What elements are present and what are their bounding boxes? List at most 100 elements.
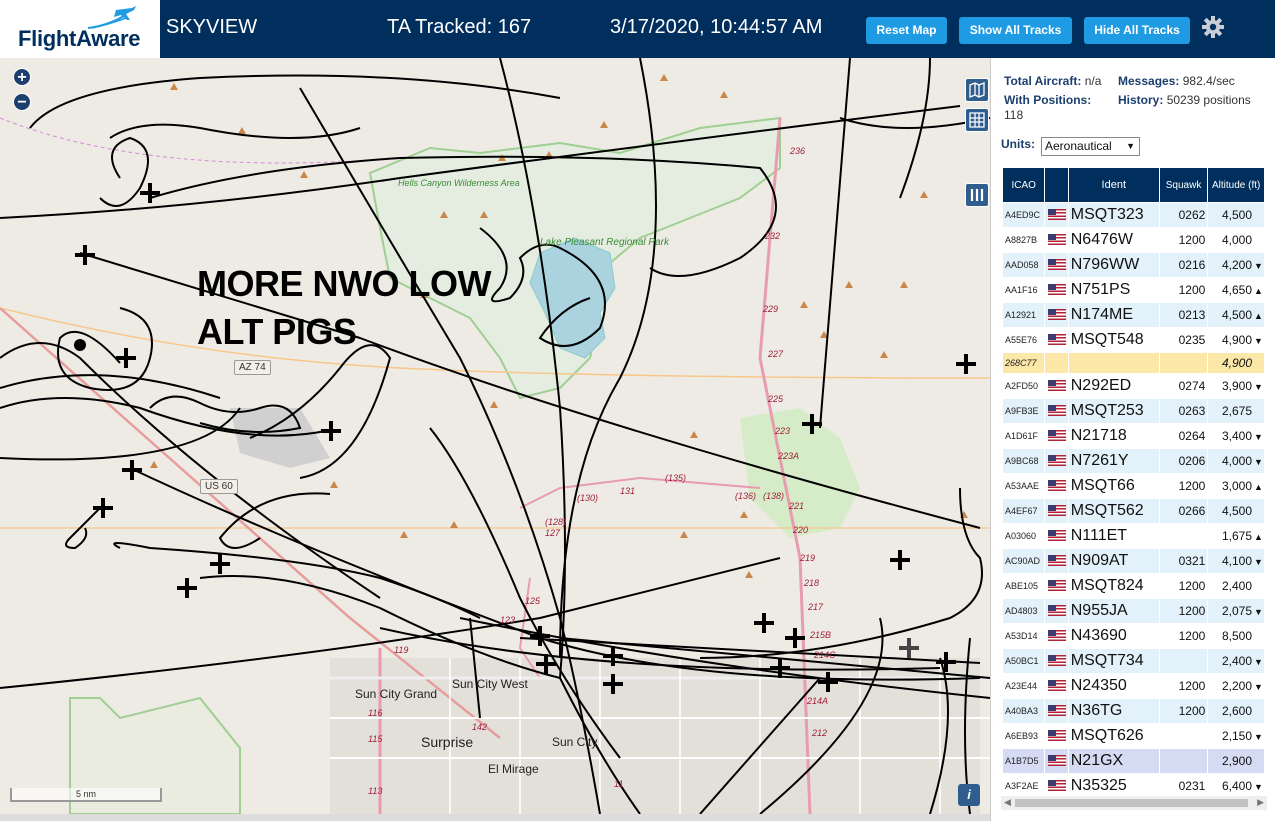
column-toggle-button[interactable] bbox=[965, 183, 989, 207]
altitude-cell: 3,400 ▼ bbox=[1207, 423, 1265, 449]
trend-arrow-icon: ▼ bbox=[1254, 557, 1263, 567]
table-row[interactable]: A50BC1 MSQT734 2,400 ▼ bbox=[1001, 648, 1265, 674]
show-all-tracks-button[interactable]: Show All Tracks bbox=[959, 17, 1072, 44]
reset-map-button[interactable]: Reset Map bbox=[866, 17, 947, 44]
table-row[interactable]: A55E76 MSQT548 0235 4,900 ▼ bbox=[1001, 327, 1265, 353]
aircraft-table: ICAO Ident Squawk Altitude (ft) A4ED9C MS… bbox=[1001, 167, 1265, 799]
squawk-cell: 1200 bbox=[1158, 473, 1209, 499]
ident-cell: MSQT626 bbox=[1067, 723, 1160, 749]
scroll-right-icon[interactable]: ▶ bbox=[1257, 797, 1264, 808]
table-row[interactable]: A9FB3E MSQT253 0263 2,675 bbox=[1001, 398, 1265, 424]
table-row[interactable]: AD4803 N955JA 1200 2,075 ▼ bbox=[1001, 598, 1265, 624]
table-row[interactable]: 268C77 4,900 bbox=[1001, 352, 1265, 374]
ident-cell: N36TG bbox=[1067, 698, 1160, 724]
altitude-cell: 2,900 bbox=[1207, 748, 1265, 774]
table-row[interactable]: A8827B N6476W 1200 4,000 bbox=[1001, 227, 1265, 253]
side-panel: Total Aircraft: n/a Messages: 982.4/sec … bbox=[990, 58, 1275, 821]
trend-arrow-icon: ▼ bbox=[1254, 382, 1263, 392]
col-ident[interactable]: Ident bbox=[1067, 167, 1160, 203]
hwy-num: 232 bbox=[765, 231, 781, 241]
table-row[interactable]: A4ED9C MSQT323 0262 4,500 bbox=[1001, 202, 1265, 228]
flag-cell bbox=[1044, 773, 1069, 799]
table-row[interactable]: A40BA3 N36TG 1200 2,600 bbox=[1001, 698, 1265, 724]
us-flag-icon bbox=[1047, 334, 1066, 346]
flag-cell bbox=[1044, 473, 1069, 499]
hwy-num: 225 bbox=[768, 394, 784, 404]
hwy-num: (136) bbox=[735, 491, 757, 501]
table-row[interactable]: A23E44 N24350 1200 2,200 ▼ bbox=[1001, 673, 1265, 699]
logo[interactable]: FlightAware bbox=[0, 0, 160, 58]
logo-text: FlightAware bbox=[18, 26, 141, 51]
tracked-count: TA Tracked: 167 bbox=[387, 16, 532, 38]
altitude-cell: 4,500 bbox=[1207, 202, 1265, 228]
table-row[interactable]: A6EB93 MSQT626 2,150 ▼ bbox=[1001, 723, 1265, 749]
table-horizontal-scrollbar[interactable]: ◀ ▶ bbox=[1001, 796, 1267, 810]
table-row[interactable]: AA1F16 N751PS 1200 4,650 ▲ bbox=[1001, 277, 1265, 303]
table-row[interactable]: AAD058 N796WW 0216 4,200 ▼ bbox=[1001, 252, 1265, 278]
table-row[interactable]: A53AAE MSQT66 1200 3,000 ▲ bbox=[1001, 473, 1265, 499]
units-select[interactable]: Aeronautical ▼ bbox=[1041, 137, 1140, 156]
col-altitude[interactable]: Altitude (ft) bbox=[1207, 167, 1265, 203]
us-flag-icon bbox=[1047, 780, 1066, 792]
ident-cell: N174ME bbox=[1067, 302, 1160, 328]
altitude-value: 3,900 bbox=[1221, 379, 1252, 393]
settings-gear-icon[interactable] bbox=[1201, 15, 1225, 39]
us-flag-icon bbox=[1047, 580, 1066, 592]
hwy-num: 11 bbox=[614, 779, 624, 789]
lake-label: Lake Pleasant Regional Park bbox=[540, 237, 669, 248]
table-row[interactable]: A4EF67 MSQT562 0266 4,500 bbox=[1001, 498, 1265, 524]
table-row[interactable]: A12921 N174ME 0213 4,500 ▲ bbox=[1001, 302, 1265, 328]
annotation-line-2: ALT PIGS bbox=[197, 311, 357, 352]
map-view[interactable]: Hells Canyon Wilderness Area Lake Pleasa… bbox=[0, 58, 990, 814]
table-row[interactable]: A2FD50 N292ED 0274 3,900 ▼ bbox=[1001, 373, 1265, 399]
scrollbar-thumb[interactable] bbox=[1015, 799, 1248, 807]
col-icao[interactable]: ICAO bbox=[1001, 167, 1046, 203]
table-row[interactable]: A53D14 N43690 1200 8,500 bbox=[1001, 623, 1265, 649]
zoom-in-button[interactable]: + bbox=[13, 68, 31, 86]
us-flag-icon bbox=[1047, 259, 1066, 271]
altitude-value: 2,600 bbox=[1221, 704, 1252, 718]
ident-cell: N796WW bbox=[1067, 252, 1160, 278]
trend-arrow-icon: ▼ bbox=[1254, 657, 1263, 667]
flag-cell bbox=[1044, 598, 1069, 624]
icao-cell: A40BA3 bbox=[1001, 698, 1046, 724]
table-row[interactable]: A9BC68 N7261Y 0206 4,000 ▼ bbox=[1001, 448, 1265, 474]
col-flag[interactable] bbox=[1044, 167, 1069, 203]
icao-cell: A1B7D5 bbox=[1001, 748, 1046, 774]
squawk-cell bbox=[1158, 648, 1209, 674]
us-flag-icon bbox=[1047, 680, 1066, 692]
table-row[interactable]: A03060 N111ET 1,675 ▲ bbox=[1001, 523, 1265, 549]
trend-arrow-icon: ▼ bbox=[1254, 261, 1263, 271]
trend-arrow-icon: ▼ bbox=[1254, 732, 1263, 742]
us-flag-icon bbox=[1047, 730, 1066, 742]
hwy-num: 142 bbox=[472, 722, 488, 732]
squawk-cell bbox=[1158, 723, 1209, 749]
flag-cell bbox=[1044, 227, 1069, 253]
col-squawk[interactable]: Squawk bbox=[1158, 167, 1209, 203]
grid-toggle-button[interactable] bbox=[965, 108, 989, 132]
table-row[interactable]: A1B7D5 N21GX 2,900 bbox=[1001, 748, 1265, 774]
altitude-cell: 4,000 ▼ bbox=[1207, 448, 1265, 474]
hwy-num: 215B bbox=[810, 630, 832, 640]
us-flag-icon bbox=[1047, 605, 1066, 617]
hide-all-tracks-button[interactable]: Hide All Tracks bbox=[1084, 17, 1190, 44]
altitude-cell: 2,600 bbox=[1207, 698, 1265, 724]
table-row[interactable]: AC90AD N909AT 0321 4,100 ▼ bbox=[1001, 548, 1265, 574]
table-row[interactable]: A1D61F N21718 0264 3,400 ▼ bbox=[1001, 423, 1265, 449]
us-flag-icon bbox=[1047, 705, 1066, 717]
icao-cell: A12921 bbox=[1001, 302, 1046, 328]
icao-cell: AAD058 bbox=[1001, 252, 1046, 278]
trend-arrow-icon: ▼ bbox=[1254, 607, 1263, 617]
us-flag-icon bbox=[1047, 555, 1066, 567]
squawk-cell: 0263 bbox=[1158, 398, 1209, 424]
hwy-num: 119 bbox=[394, 645, 409, 655]
scroll-left-icon[interactable]: ◀ bbox=[1004, 797, 1011, 808]
table-row[interactable]: ABE105 MSQT824 1200 2,400 bbox=[1001, 573, 1265, 599]
icao-cell: A6EB93 bbox=[1001, 723, 1046, 749]
table-row[interactable]: A3F2AE N35325 0231 6,400 ▼ bbox=[1001, 773, 1265, 799]
map-layers-button[interactable] bbox=[965, 78, 989, 102]
zoom-out-button[interactable]: − bbox=[13, 93, 31, 111]
altitude-value: 2,200 bbox=[1221, 679, 1252, 693]
ident-cell: N21GX bbox=[1067, 748, 1160, 774]
info-icon[interactable]: i bbox=[958, 784, 980, 806]
